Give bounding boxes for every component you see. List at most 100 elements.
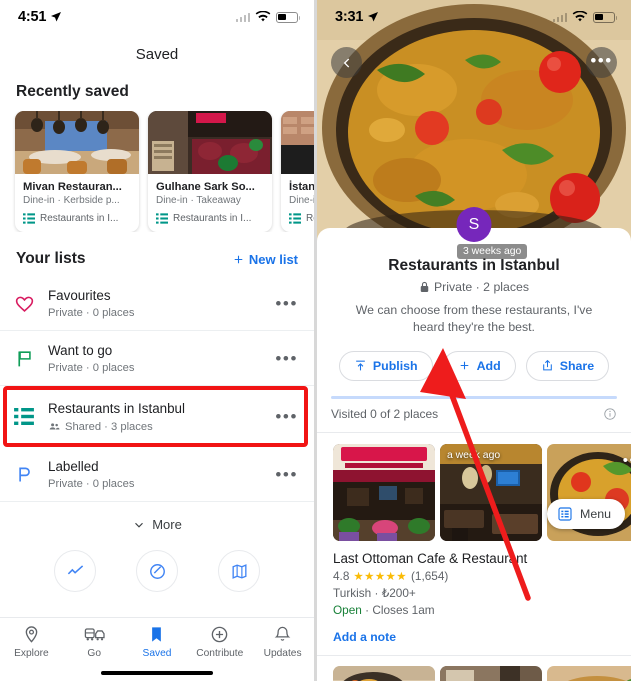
photo-overflow-button[interactable]: ••• [623, 452, 631, 469]
place-photo[interactable]: ••• [547, 666, 631, 681]
list-item[interactable]: Gulhane Sark So... Dine-in · Takeaway Re… [148, 111, 272, 232]
place-photo-row[interactable]: a week ago ••• [317, 433, 631, 542]
list-row-text: Favourites Private · 0 places [48, 287, 275, 319]
food-image [333, 666, 435, 681]
place-hours-row: Open · Closes 1am [333, 600, 615, 617]
list-row-text: Restaurants in Istanbul Shared · 3 place… [48, 400, 275, 433]
list-icon [289, 213, 301, 224]
plus-icon [234, 255, 243, 263]
quick-action-circles [0, 542, 314, 593]
list-icon [14, 408, 34, 426]
visited-label: Visited 0 of 2 places [331, 407, 439, 422]
card-title: Mivan Restauran... [23, 181, 122, 193]
share-button[interactable]: Share [525, 350, 610, 381]
restaurant-exterior-image [333, 444, 435, 542]
right-status-bar: 3:31 [317, 0, 631, 34]
card-list-name: Restaurants in I... [40, 213, 119, 224]
tab-explore[interactable]: Explore [0, 625, 63, 659]
restaurant-interior-image [148, 111, 272, 174]
list-row-meta: Private · 0 places [48, 362, 275, 374]
signal-icon [552, 12, 567, 22]
back-button[interactable] [331, 47, 362, 78]
list-row-icon [14, 408, 48, 426]
list-actions: Publish Add Share [317, 337, 631, 381]
list-row-icon [14, 293, 48, 314]
restaurant-interior-image [281, 111, 314, 174]
place-photo[interactable] [333, 444, 435, 542]
recently-saved-carousel[interactable]: Mivan Restauran... Dine-in · Kerbside p.… [0, 111, 314, 232]
place-photo[interactable] [333, 666, 435, 681]
list-item[interactable]: Mivan Restauran... Dine-in · Kerbside p.… [15, 111, 139, 232]
sidebar-item-labelled[interactable]: Labelled Private · 0 places ••• [0, 447, 314, 503]
tab-go[interactable]: Go [63, 625, 126, 659]
menu-button[interactable]: Menu [547, 499, 625, 530]
list-row-title: Favourites [48, 288, 111, 303]
list-row-meta-text: Private · 0 places [48, 362, 135, 375]
share-label: Share [559, 358, 595, 373]
lock-icon [420, 281, 429, 292]
list-row-icon [14, 348, 48, 369]
timeline-icon [149, 563, 165, 579]
food-image [547, 666, 631, 681]
overflow-menu-button[interactable]: ••• [586, 47, 617, 78]
sidebar-item-favourites[interactable]: Favourites Private · 0 places ••• [0, 276, 314, 332]
card-photo [15, 111, 139, 174]
second-place-photo-row[interactable]: ••• 3 weeks ago [317, 244, 631, 681]
place-info[interactable]: Last Ottoman Cafe & Restaurant 4.8 ★★★★★… [317, 541, 631, 617]
place-photo[interactable]: a week ago [440, 444, 542, 542]
list-row-meta: Shared · 3 places [48, 420, 275, 433]
info-icon[interactable] [603, 407, 617, 421]
map-icon [231, 564, 247, 579]
card-photo [148, 111, 272, 174]
list-row-meta-text: Private · 0 places [48, 307, 135, 320]
menu-list-icon [558, 507, 572, 521]
plus-circle-icon [211, 626, 228, 643]
your-lists-heading: Your lists [16, 250, 86, 267]
add-button[interactable]: Add [442, 350, 516, 381]
tab-label: Updates [263, 648, 302, 659]
list-item[interactable]: İstan Dine-i Re [281, 111, 314, 232]
left-status-icons [235, 11, 301, 23]
pin-icon [25, 626, 38, 643]
list-row-overflow-button[interactable]: ••• [275, 408, 300, 425]
flag-icon [18, 351, 31, 367]
add-a-note-button[interactable]: Add a note [317, 617, 631, 644]
more-button[interactable]: More [0, 502, 314, 542]
avatar[interactable]: S [456, 207, 492, 242]
card-subtitle: Dine-in · Takeaway [156, 195, 241, 206]
timeline-icon-button[interactable] [136, 550, 178, 593]
list-row-overflow-button[interactable]: ••• [275, 466, 300, 483]
visited-row: Visited 0 of 2 places [317, 399, 631, 421]
more-label: More [152, 517, 182, 533]
list-icon [156, 213, 168, 224]
bookmark-icon [152, 627, 162, 642]
list-row-title: Want to go [48, 343, 113, 359]
trending-icon-button[interactable] [54, 550, 96, 593]
tab-contribute[interactable]: Contribute [188, 625, 251, 659]
battery-icon [276, 11, 301, 23]
tab-label: Saved [142, 648, 172, 659]
sidebar-item-restaurants-in-istanbul[interactable]: Restaurants in Istanbul Shared · 3 place… [0, 389, 314, 445]
new-list-button[interactable]: New list [232, 252, 298, 267]
list-row-overflow-button[interactable]: ••• [275, 295, 300, 312]
list-row-title: Restaurants in Istanbul [48, 401, 185, 417]
left-phone-saved-screen: 4:51 Saved Recently saved Mivan Restaura… [0, 0, 314, 681]
location-arrow-icon [51, 12, 62, 22]
tab-saved[interactable]: Saved [126, 625, 189, 659]
left-status-bar: 4:51 [0, 0, 314, 34]
dual-phone-screenshot: 4:51 Saved Recently saved Mivan Restaura… [0, 0, 631, 681]
people-icon [49, 423, 60, 430]
list-row-overflow-button[interactable]: ••• [275, 350, 300, 367]
wifi-icon [255, 11, 271, 22]
sidebar-item-want-to-go[interactable]: Want to go Private · 0 places ••• [0, 331, 314, 387]
place-photo[interactable] [440, 666, 542, 681]
photo-badge: a week ago [447, 450, 501, 462]
home-indicator [101, 670, 213, 675]
publish-button[interactable]: Publish [338, 350, 433, 381]
heart-icon [15, 296, 34, 312]
map-icon-button[interactable] [218, 550, 260, 593]
tab-updates[interactable]: Updates [251, 625, 314, 659]
card-list-row: Restaurants in I... [15, 206, 139, 224]
label-p-icon [19, 467, 30, 482]
list-icon [23, 213, 35, 224]
